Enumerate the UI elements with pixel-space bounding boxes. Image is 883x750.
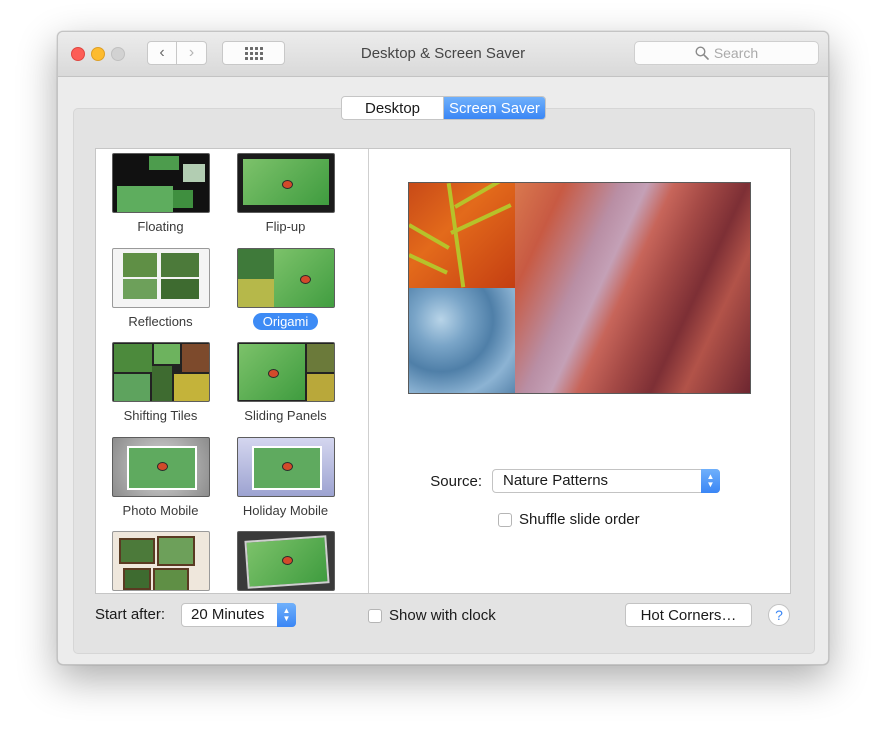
source-value: Nature Patterns [503, 472, 609, 489]
show-clock-checkbox[interactable] [368, 608, 382, 623]
screen-saver-item-origami[interactable]: Origami [223, 248, 348, 331]
search-placeholder: Search [713, 45, 759, 61]
thumbnail [111, 437, 210, 497]
thumbnail [111, 153, 210, 213]
search-icon [695, 46, 709, 60]
screen-saver-item-flip-up[interactable]: Flip-up [223, 153, 348, 236]
ladybug-icon [281, 462, 293, 471]
screen-saver-item-shifting-tiles[interactable]: Shifting Tiles [98, 342, 223, 425]
screen-saver-label: Holiday Mobile [242, 503, 329, 518]
start-after-label: Start after: [95, 606, 166, 623]
hot-corners-button[interactable]: Hot Corners… [625, 603, 752, 627]
source-row: Source: Nature Patterns ▲ ▼ [426, 469, 720, 493]
thumbnail [236, 531, 335, 591]
thumbnail [236, 248, 335, 308]
selected-label-text: Origami [252, 313, 319, 330]
popup-arrows-icon: ▲ ▼ [277, 603, 296, 627]
thumbnail [111, 531, 210, 591]
ladybug-icon [281, 556, 293, 565]
ladybug-icon [156, 462, 168, 471]
screen-saver-label: Flip-up [265, 219, 306, 234]
ladybug-icon [281, 180, 293, 189]
source-popup[interactable]: Nature Patterns ▲ ▼ [492, 469, 720, 493]
source-label: Source: [430, 472, 482, 490]
screen-saver-list[interactable]: Floating Flip-up Reflections Origami Shi… [96, 149, 369, 593]
screen-saver-label-selected: Origami [223, 313, 348, 331]
screen-saver-label: Floating [137, 219, 184, 234]
screen-saver-item-floating[interactable]: Floating [98, 153, 223, 236]
thumbnail [111, 342, 210, 402]
screen-saver-item-vintage-prints[interactable] [98, 531, 223, 593]
ladybug-icon [267, 369, 279, 378]
help-button[interactable]: ? [768, 604, 790, 626]
preview-frost-tile [409, 288, 515, 393]
thumbnail [111, 248, 210, 308]
screen-saver-item-photo-mobile[interactable]: Photo Mobile [98, 437, 223, 520]
thumbnail [236, 342, 335, 402]
show-clock-option[interactable]: Show with clock [368, 607, 496, 624]
shuffle-checkbox[interactable] [498, 512, 512, 527]
popup-arrows-icon: ▲ ▼ [701, 469, 720, 493]
preview-leaf-tile [409, 183, 515, 288]
ladybug-icon [299, 275, 311, 284]
preferences-window: ‹ › Desktop & Screen Saver Search Deskto… [57, 31, 829, 665]
screen-saver-item-ken-burns[interactable] [223, 531, 348, 593]
bottom-bar: Start after: 20 Minutes ▲ ▼ Show with clo… [95, 603, 795, 629]
preview-rock-tile [515, 183, 750, 393]
screen-saver-item-holiday-mobile[interactable]: Holiday Mobile [223, 437, 348, 520]
title-bar: ‹ › Desktop & Screen Saver Search [58, 32, 828, 77]
screen-saver-label: Sliding Panels [244, 408, 327, 423]
start-after-value: 20 Minutes [191, 606, 265, 623]
shuffle-label: Shuffle slide order [519, 511, 640, 528]
search-field[interactable]: Search [634, 41, 819, 65]
screen-saver-content: Floating Flip-up Reflections Origami Shi… [95, 148, 791, 594]
tab-desktop[interactable]: Desktop [342, 97, 444, 119]
start-after-popup[interactable]: 20 Minutes ▲ ▼ [181, 603, 296, 627]
screen-saver-label: Shifting Tiles [123, 408, 198, 423]
tab-control: Desktop Screen Saver [341, 96, 546, 120]
screen-saver-item-reflections[interactable]: Reflections [98, 248, 223, 331]
screen-saver-preview [408, 182, 751, 394]
screen-saver-label: Photo Mobile [122, 503, 199, 518]
shuffle-option[interactable]: Shuffle slide order [498, 511, 640, 528]
screen-saver-item-sliding-panels[interactable]: Sliding Panels [223, 342, 348, 425]
screen-saver-label: Reflections [128, 314, 193, 329]
tab-screen-saver[interactable]: Screen Saver [444, 97, 545, 119]
show-clock-label: Show with clock [389, 607, 496, 624]
thumbnail [236, 153, 335, 213]
thumbnail [236, 437, 335, 497]
